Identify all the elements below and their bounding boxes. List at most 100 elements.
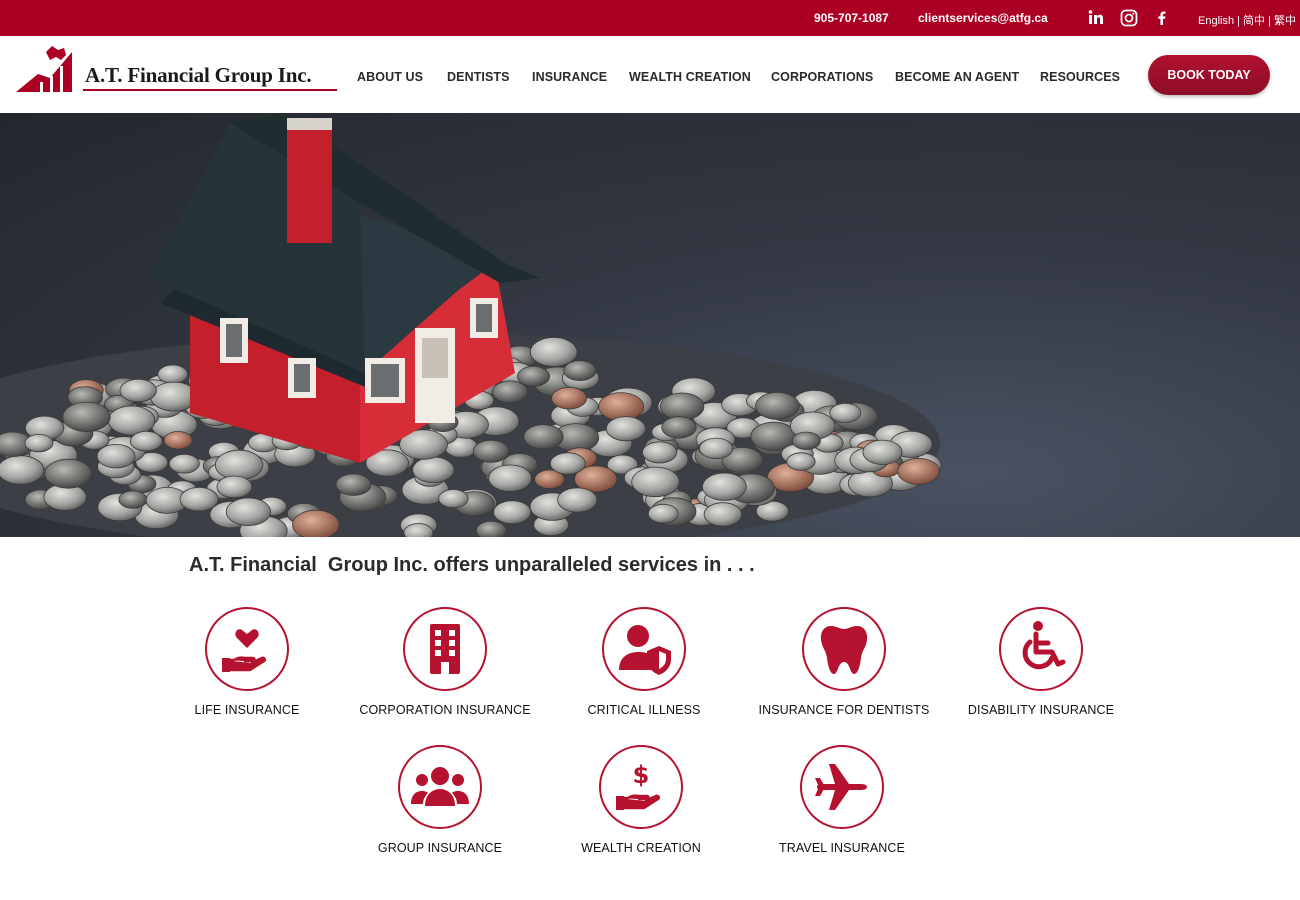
service-label: CORPORATION INSURANCE [359, 703, 531, 717]
airplane-icon [815, 764, 867, 810]
book-today-button[interactable]: BOOK TODAY [1148, 55, 1270, 95]
language-switcher[interactable]: English | 简中 | 繁中 [1198, 12, 1296, 28]
service-group-insurance[interactable]: GROUP INSURANCE [340, 745, 540, 855]
service-icon-circle [999, 607, 1083, 691]
service-wealth-creation[interactable]: $ WEALTH CREATION [541, 745, 741, 855]
coin [661, 416, 697, 439]
coin [62, 401, 111, 432]
nav-become-an-agent[interactable]: BECOME AN AGENT [895, 70, 1019, 84]
nav-about-us[interactable]: ABOUT US [357, 70, 423, 84]
building-icon [430, 624, 460, 674]
service-icon-circle [602, 607, 686, 691]
coin [96, 444, 136, 469]
coin [119, 378, 157, 403]
tooth-icon [820, 626, 868, 674]
coin [829, 402, 862, 423]
service-icon-circle [802, 607, 886, 691]
linkedin-icon[interactable] [1087, 9, 1105, 27]
logo-underline [83, 89, 337, 91]
coin [107, 405, 156, 436]
email-link[interactable]: clientservices@atfg.ca [918, 11, 1048, 25]
coin [472, 439, 510, 463]
nav-corporations[interactable]: CORPORATIONS [771, 70, 873, 84]
service-label: WEALTH CREATION [581, 841, 701, 855]
coin [523, 424, 564, 450]
service-label: CRITICAL ILLNESS [587, 703, 701, 717]
coin [557, 487, 598, 513]
site-header: A.T. Financial Group Inc. ABOUT US DENTI… [0, 36, 1300, 113]
coin [488, 464, 532, 492]
coin [605, 416, 646, 442]
coin [897, 457, 940, 485]
service-icon-circle [403, 607, 487, 691]
phone-link[interactable]: 905-707-1087 [814, 11, 889, 25]
coin [216, 475, 253, 499]
nav-insurance[interactable]: INSURANCE [532, 70, 607, 84]
coin [179, 487, 219, 512]
coin [517, 365, 550, 387]
service-disability-insurance[interactable]: DISABILITY INSURANCE [941, 607, 1141, 717]
coin [225, 497, 271, 527]
coin [551, 387, 587, 410]
coin [529, 337, 578, 367]
wheelchair-icon [1022, 621, 1066, 670]
coin [786, 452, 816, 471]
coin [631, 466, 680, 498]
coin [44, 458, 92, 489]
service-icon-circle: $ [599, 745, 683, 829]
user-shield-icon [619, 625, 671, 675]
coin [335, 473, 372, 496]
svg-text:$: $ [633, 761, 650, 789]
coin [412, 456, 455, 484]
logo-text[interactable]: A.T. Financial Group Inc. [85, 63, 312, 88]
service-label: GROUP INSURANCE [377, 841, 503, 855]
instagram-icon[interactable] [1120, 9, 1138, 27]
coin [642, 441, 678, 464]
coin [791, 431, 821, 450]
coin [493, 500, 532, 525]
service-icon-circle [398, 745, 482, 829]
coin [702, 472, 747, 501]
coin [703, 502, 743, 527]
service-icon-circle [205, 607, 289, 691]
service-critical-illness[interactable]: CRITICAL ILLNESS [544, 607, 744, 717]
coin [24, 433, 54, 453]
coin [491, 380, 529, 404]
hero-image [0, 113, 1300, 537]
coin [699, 437, 734, 460]
coin [755, 391, 800, 420]
services-heading: A.T. Financial Group Inc. offers unparal… [189, 554, 755, 576]
facebook-icon[interactable] [1153, 9, 1171, 27]
nav-dentists[interactable]: DENTISTS [447, 70, 510, 84]
coin [214, 449, 264, 481]
coin [438, 489, 469, 509]
service-travel-insurance[interactable]: TRAVEL INSURANCE [742, 745, 942, 855]
coin [647, 503, 679, 524]
coin [598, 392, 645, 422]
coin [0, 455, 45, 485]
house-on-coins-photo [0, 113, 942, 537]
coin [563, 360, 597, 382]
nav-wealth-creation[interactable]: WEALTH CREATION [629, 70, 751, 84]
service-label: INSURANCE FOR DENTISTS [758, 703, 930, 717]
service-label: LIFE INSURANCE [194, 703, 300, 717]
coin [862, 439, 903, 465]
coin [659, 392, 705, 421]
service-corporation-insurance[interactable]: CORPORATION INSURANCE [345, 607, 545, 717]
group-icon [411, 767, 469, 806]
service-icon-circle [800, 745, 884, 829]
logo-icon[interactable] [16, 46, 74, 94]
coin [292, 509, 340, 537]
service-life-insurance[interactable]: LIFE INSURANCE [147, 607, 347, 717]
coin [130, 431, 163, 452]
service-insurance-for-dentists[interactable]: INSURANCE FOR DENTISTS [744, 607, 944, 717]
dollar-hand-icon: $ [616, 761, 661, 810]
coin [163, 431, 193, 450]
service-label: TRAVEL INSURANCE [779, 841, 905, 855]
nav-resources[interactable]: RESOURCES [1040, 70, 1120, 84]
coin [475, 520, 507, 537]
top-bar: 905-707-1087 clientservices@atfg.ca Engl… [0, 0, 1300, 36]
service-label: DISABILITY INSURANCE [967, 703, 1115, 717]
heart-hand-icon [222, 629, 267, 672]
coin [168, 453, 200, 474]
